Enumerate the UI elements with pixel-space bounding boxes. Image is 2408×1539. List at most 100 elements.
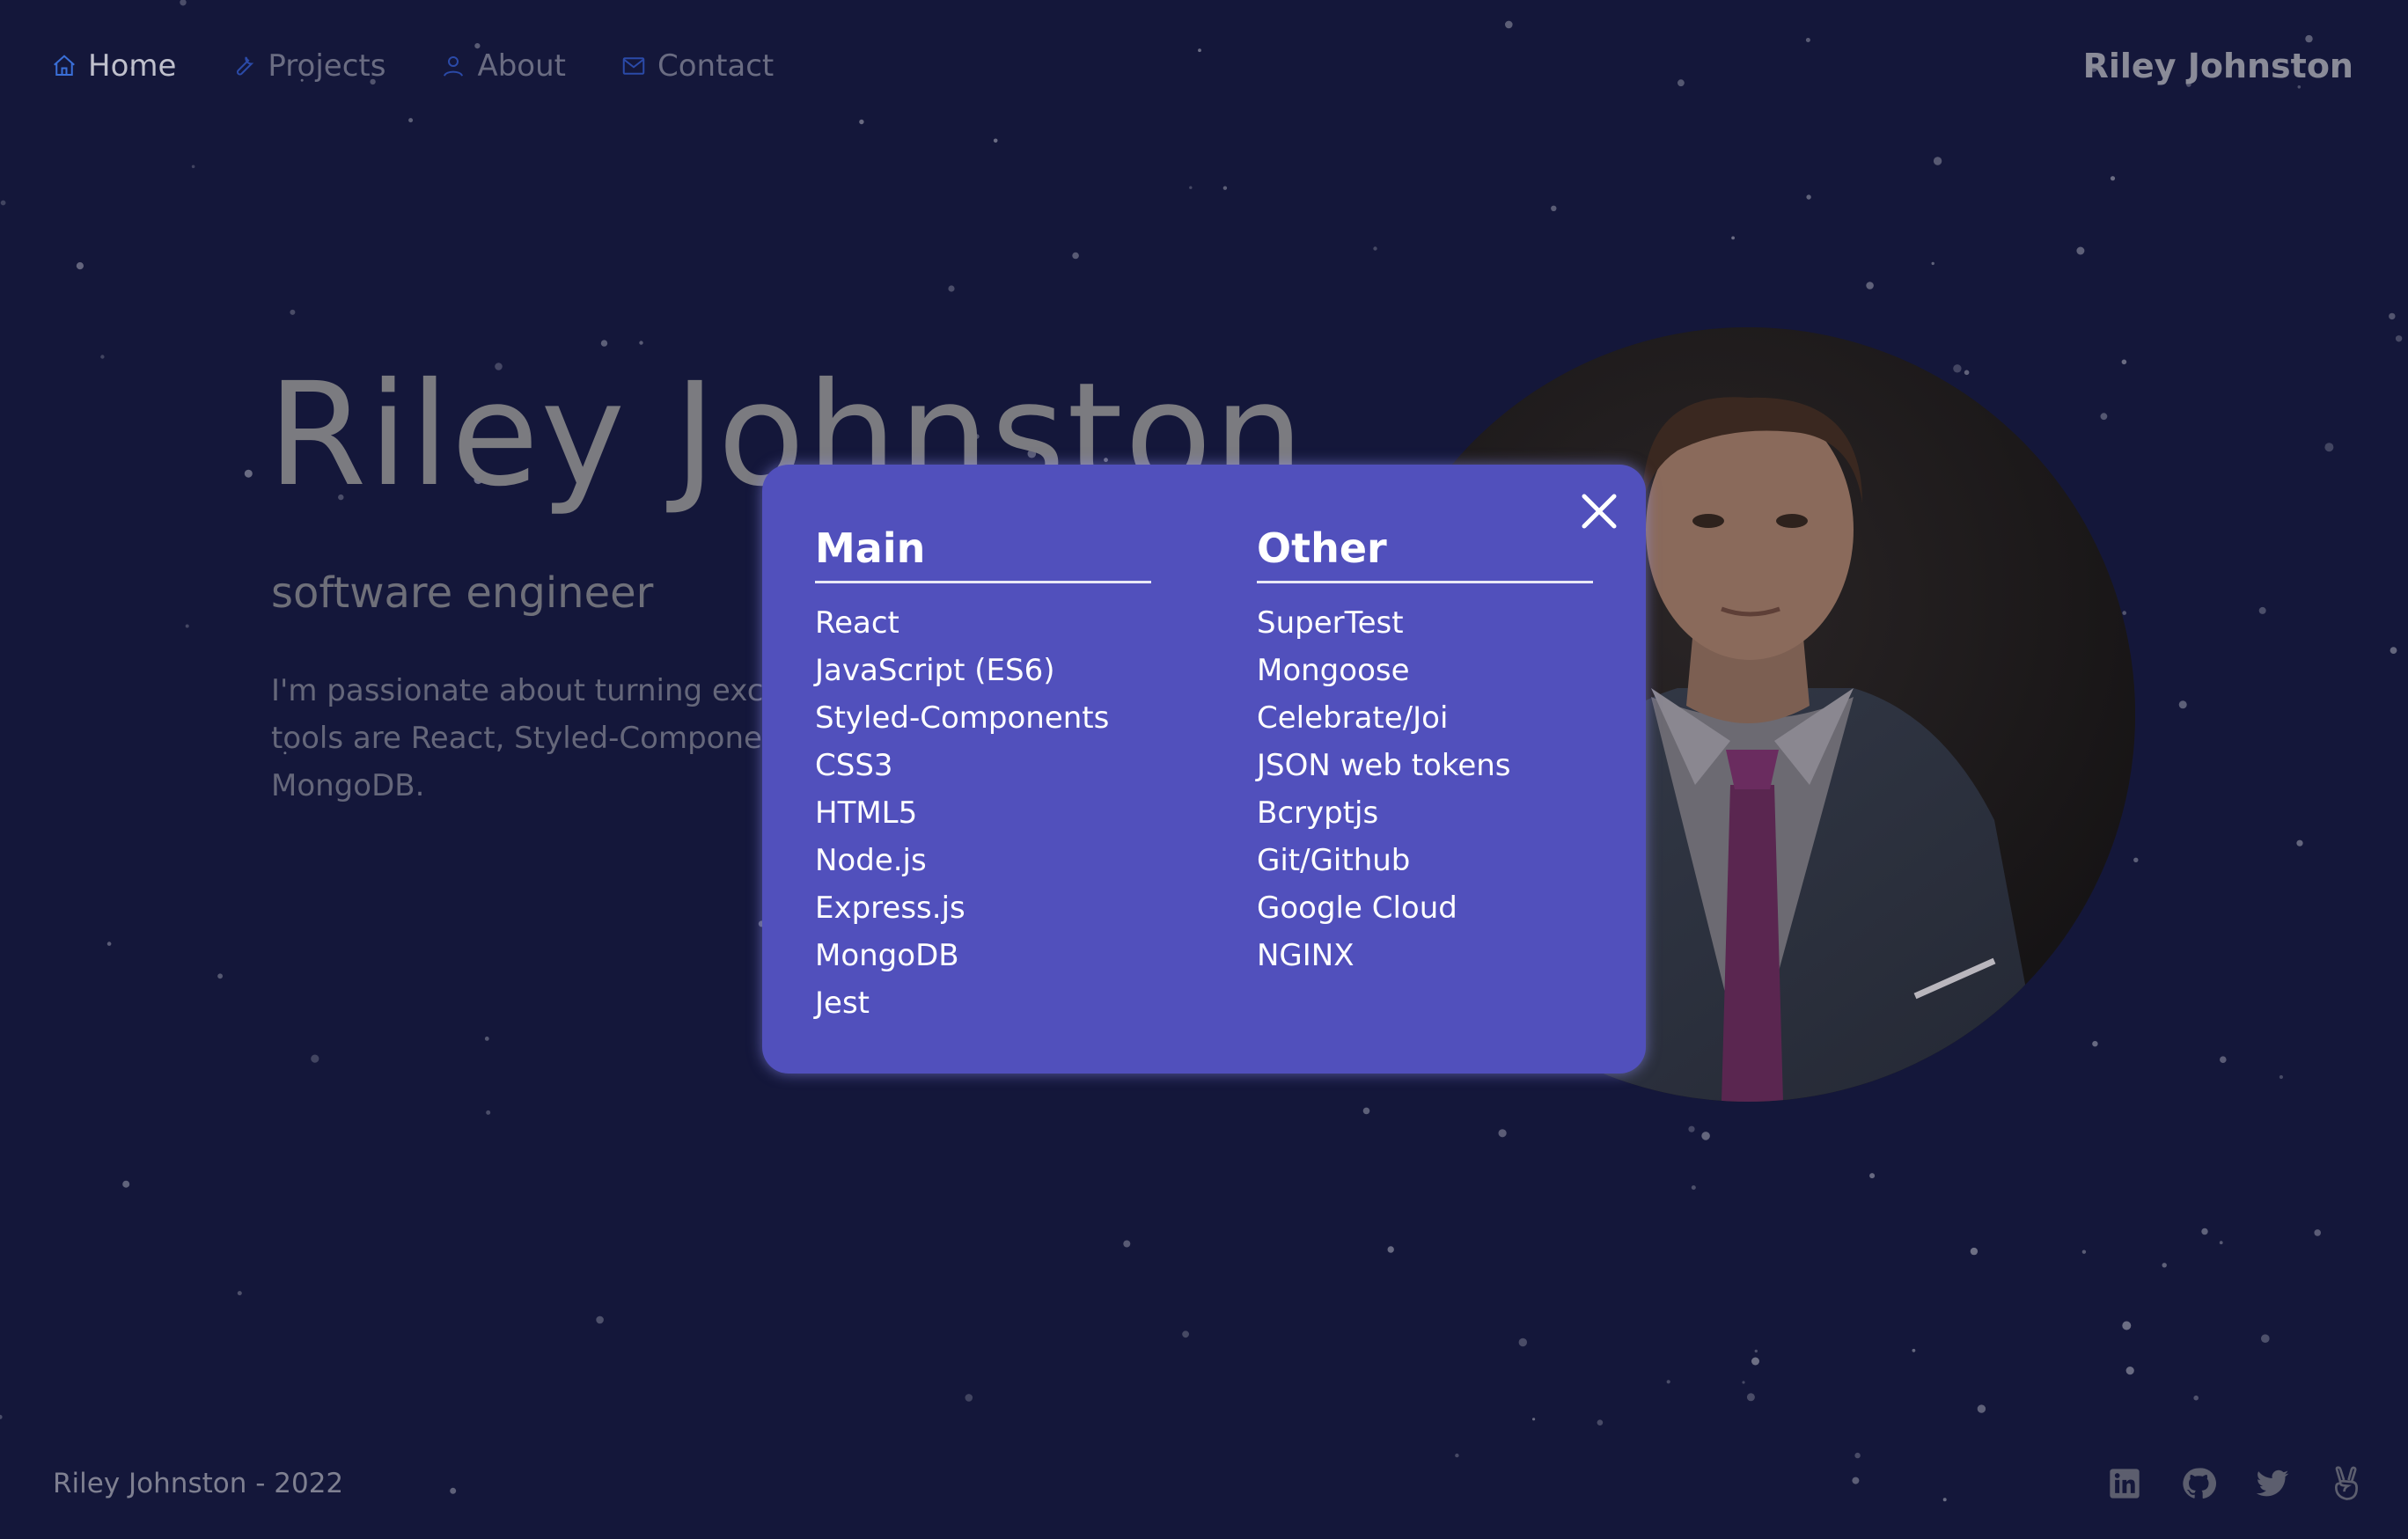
star [76, 262, 84, 270]
star [1701, 1132, 1710, 1140]
star [1977, 1404, 1986, 1413]
main-skills-title: Main [815, 519, 1151, 583]
skill-item: Google Cloud [1257, 890, 1457, 926]
skill-item: CSS3 [815, 748, 893, 783]
home-icon [51, 53, 77, 79]
star [2258, 606, 2266, 614]
skill-item: MongoDB [815, 938, 959, 973]
skills-modal: Main React JavaScript (ES6) Styled-Compo… [762, 465, 1646, 1074]
star [1532, 1418, 1536, 1421]
hero-description: I'm passionate about turning exc tools a… [271, 667, 817, 817]
star [1866, 282, 1874, 289]
star [2100, 413, 2108, 421]
nav-home-link[interactable]: Home [51, 48, 176, 84]
other-skills-list: SuperTest Mongoose Celebrate/Joi JSON we… [1257, 599, 1593, 979]
star [1953, 364, 1962, 373]
star [484, 1037, 489, 1041]
star [2110, 176, 2116, 181]
star [596, 1315, 604, 1324]
main-skills-column: Main React JavaScript (ES6) Styled-Compo… [815, 519, 1151, 1027]
star [1731, 236, 1735, 240]
star [2390, 647, 2397, 654]
other-skills-title: Other [1257, 519, 1593, 583]
skill-item: React [815, 605, 899, 641]
star [122, 1180, 130, 1188]
star [1754, 1349, 1758, 1353]
star [244, 469, 253, 478]
star [185, 624, 189, 628]
nav-contact-link[interactable]: Contact [620, 48, 774, 84]
star [1666, 1380, 1670, 1384]
skill-item: Mongoose [1257, 653, 1410, 688]
star [2092, 1041, 2098, 1047]
star [2178, 700, 2187, 709]
github-icon[interactable] [2181, 1466, 2216, 1501]
footer-copyright: Riley Johnston - 2022 [53, 1468, 344, 1499]
nav-contact-label: Contact [657, 48, 775, 84]
hero-description-line: I'm passionate about turning exc [271, 673, 764, 708]
star [2081, 1250, 2087, 1254]
star [1805, 38, 1810, 42]
star [600, 340, 608, 347]
star [1387, 1246, 1394, 1253]
star [486, 1110, 491, 1115]
skill-item: JavaScript (ES6) [815, 653, 1055, 688]
star [1852, 1477, 1860, 1484]
linkedin-icon[interactable] [2107, 1466, 2142, 1501]
star [639, 341, 643, 345]
star [1931, 261, 1934, 266]
skill-item: Celebrate/Joi [1257, 700, 1449, 736]
skill-item: Jest [815, 986, 870, 1021]
star [2133, 857, 2139, 862]
star [106, 942, 112, 946]
skill-item: Node.js [815, 843, 927, 878]
star [1551, 205, 1557, 211]
other-skills-column: Other SuperTest Mongoose Celebrate/Joi J… [1257, 519, 1593, 979]
mail-icon [620, 53, 647, 79]
star [2314, 1229, 2321, 1236]
star [2324, 443, 2334, 452]
nav-projects-label: Projects [268, 48, 386, 84]
star [2261, 1334, 2270, 1343]
star [1806, 194, 1811, 200]
skill-item: HTML5 [815, 795, 918, 831]
hero-role: software engineer [271, 568, 654, 618]
skill-item: Styled-Components [815, 700, 1110, 736]
star [2125, 1367, 2134, 1375]
user-icon [440, 53, 466, 79]
star [1854, 1452, 1861, 1459]
star [191, 165, 195, 169]
star [2193, 1395, 2199, 1401]
star [859, 119, 864, 125]
nav-about-link[interactable]: About [440, 48, 566, 84]
skill-item: Express.js [815, 890, 965, 926]
angellist-icon[interactable] [2329, 1466, 2364, 1501]
star [2219, 1241, 2223, 1245]
nav-projects-link[interactable]: Projects [231, 48, 385, 84]
skill-item: NGINX [1257, 938, 1354, 973]
star [311, 1054, 319, 1063]
twitter-icon[interactable] [2255, 1466, 2290, 1501]
star [1123, 1240, 1131, 1248]
star [2122, 611, 2126, 615]
star [1182, 1330, 1189, 1338]
star [1198, 48, 1201, 53]
star [1222, 186, 1228, 190]
star [100, 355, 105, 359]
star [1942, 1498, 1947, 1502]
star [1597, 1419, 1604, 1425]
star [1869, 1173, 1876, 1179]
star [1742, 1381, 1745, 1384]
star [2201, 1228, 2208, 1235]
main-skills-list: React JavaScript (ES6) Styled-Components… [815, 599, 1151, 1027]
brand-name[interactable]: Riley Johnston [2083, 44, 2353, 88]
wrench-icon [231, 53, 257, 79]
star [965, 1394, 973, 1402]
star [237, 1291, 242, 1296]
star [1678, 79, 1685, 87]
star [1518, 1337, 1528, 1347]
star [1373, 246, 1377, 251]
hero-description-line: tools are React, Styled-Compone [271, 721, 762, 756]
star [1362, 1107, 1370, 1115]
star [2122, 1321, 2132, 1330]
